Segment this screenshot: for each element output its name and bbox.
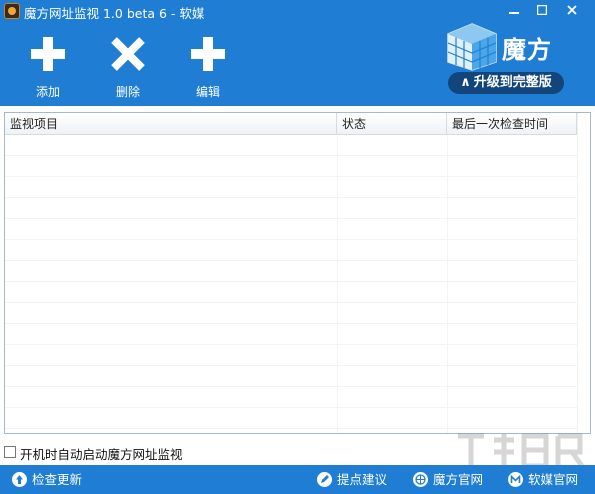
ruanmei-site-link[interactable]: 软媒官网 <box>508 465 592 494</box>
brand-logo: 魔方 <box>446 22 566 72</box>
monitor-list[interactable]: 监视项目 状态 最后一次检查时间 <box>4 112 591 434</box>
column-header-status[interactable]: 状态 <box>337 113 447 135</box>
arrow-up-icon <box>12 472 27 487</box>
brand-name: 魔方 <box>502 36 552 64</box>
table-row <box>5 135 577 156</box>
suggestion-label: 提点建议 <box>337 472 388 487</box>
mofang-site-link[interactable]: 魔方官网 <box>413 465 493 494</box>
minimize-icon <box>509 12 519 14</box>
check-update-label: 检查更新 <box>32 472 83 487</box>
double-chevron-up-icon: ∧ <box>460 75 471 90</box>
add-button-label: 添加 <box>35 85 60 99</box>
table-header: 监视项目 状态 最后一次检查时间 <box>5 113 590 135</box>
table-row <box>5 240 577 261</box>
table-row <box>5 261 577 282</box>
plus-icon <box>31 37 65 71</box>
upgrade-label: 升级到完整版 <box>473 75 552 90</box>
ruanmei-m-icon <box>508 472 523 487</box>
globe-icon <box>413 472 428 487</box>
autostart-checkbox[interactable] <box>4 446 16 458</box>
delete-button-label: 删除 <box>115 85 140 99</box>
upgrade-button[interactable]: ∧ 升级到完整版 <box>448 72 564 94</box>
table-row <box>5 324 577 345</box>
mofang-site-label: 魔方官网 <box>433 472 484 487</box>
delete-button[interactable]: 删除 <box>98 30 158 100</box>
title-bar[interactable]: 魔方网址监视 1.0 beta 6 - 软媒 <box>0 0 595 22</box>
plus-icon <box>191 37 225 71</box>
add-button[interactable]: 添加 <box>18 30 78 100</box>
suggestion-link[interactable]: 提点建议 <box>317 465 397 494</box>
table-row <box>5 345 577 366</box>
vertical-scrollbar[interactable] <box>577 113 590 433</box>
column-header-item[interactable]: 监视项目 <box>5 113 337 135</box>
table-row <box>5 219 577 240</box>
table-row <box>5 303 577 324</box>
cube-logo-icon <box>447 23 497 71</box>
column-header-last-check[interactable]: 最后一次检查时间 <box>447 113 577 135</box>
edit-button-label: 编辑 <box>195 85 220 99</box>
table-row <box>5 387 577 408</box>
ruanmei-site-label: 软媒官网 <box>528 472 579 487</box>
pen-icon <box>317 472 332 487</box>
header-area: 魔方网址监视 1.0 beta 6 - 软媒 添加 删除 编辑 魔方 ∧ 升级到… <box>0 0 595 106</box>
table-row <box>5 156 577 177</box>
table-row <box>5 366 577 387</box>
minimize-button[interactable] <box>503 1 525 19</box>
check-update-link[interactable]: 检查更新 <box>12 465 102 494</box>
close-icon <box>567 5 577 15</box>
maximize-button[interactable] <box>531 1 553 19</box>
status-bar: 检查更新 提点建议 魔方官网 软媒官网 <box>0 465 595 494</box>
maximize-icon <box>537 5 547 15</box>
close-button[interactable] <box>561 1 583 19</box>
table-body[interactable] <box>5 135 590 433</box>
window-title: 魔方网址监视 1.0 beta 6 - 软媒 <box>24 6 205 21</box>
table-row <box>5 282 577 303</box>
column-divider <box>447 135 448 433</box>
table-row <box>5 177 577 198</box>
table-row <box>5 408 577 429</box>
table-row <box>5 198 577 219</box>
edit-button[interactable]: 编辑 <box>178 30 238 100</box>
x-icon <box>111 37 145 71</box>
autostart-label: 开机时自动启动魔方网址监视 <box>20 447 183 462</box>
column-divider <box>337 135 338 433</box>
app-logo-icon <box>4 3 20 19</box>
